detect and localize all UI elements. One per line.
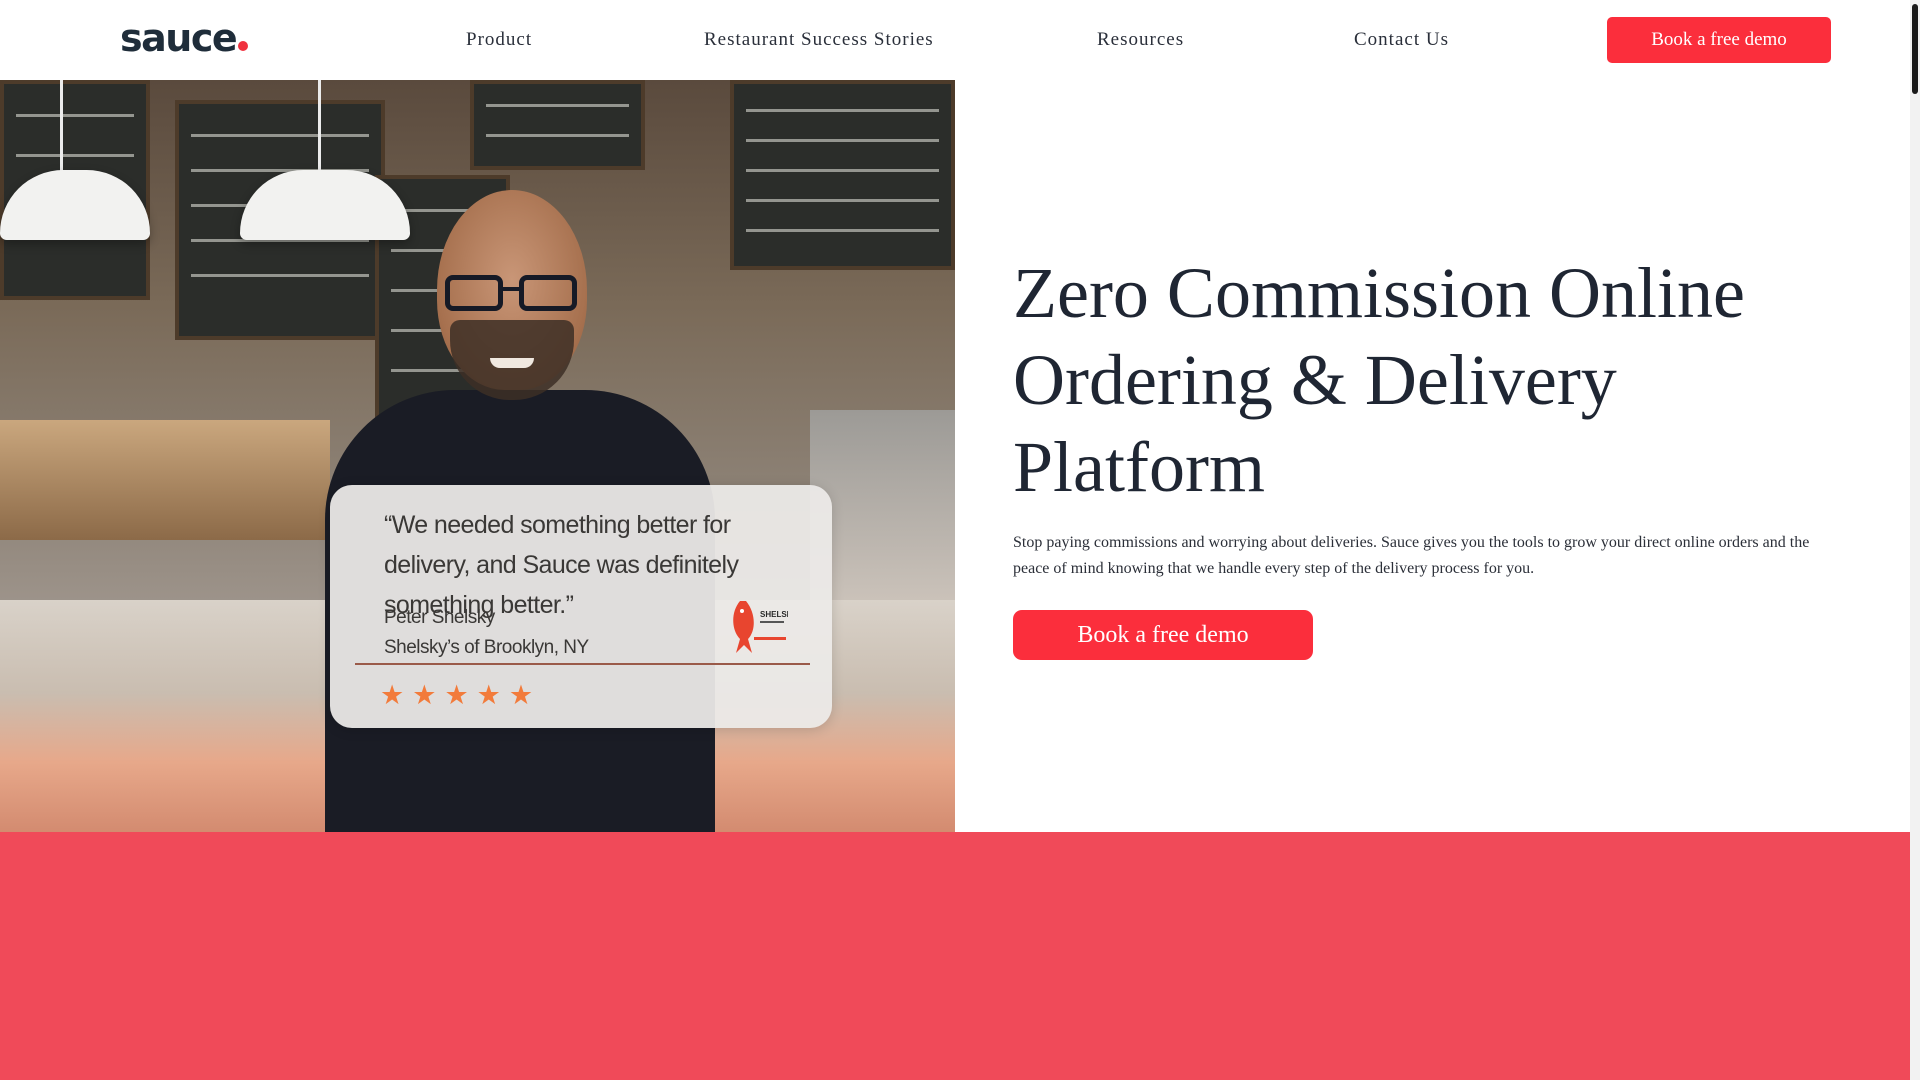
- star-icon: ★: [380, 680, 405, 711]
- testimonial-name: Peter Shelsky: [384, 607, 495, 628]
- star-icon: ★: [508, 680, 534, 711]
- header-book-demo-button[interactable]: Book a free demo: [1607, 17, 1831, 63]
- menu-chalkboard: [730, 80, 955, 270]
- nav-contact-us[interactable]: Contact Us: [1354, 28, 1449, 52]
- star-icon: ★: [444, 680, 469, 711]
- card-divider: [355, 663, 810, 665]
- lamp-cord: [318, 80, 321, 175]
- scrollbar-thumb[interactable]: [1912, 4, 1918, 94]
- person-smile: [490, 358, 534, 368]
- page-scrollbar[interactable]: [1910, 0, 1920, 1080]
- hero-title: Zero Commission Online Ordering & Delive…: [1013, 253, 1745, 507]
- hero-book-demo-button[interactable]: Book a free demo: [1013, 610, 1313, 660]
- menu-chalkboard: [470, 80, 645, 170]
- svg-text:SHELSKY'S: SHELSKY'S: [760, 610, 788, 619]
- nav-resources[interactable]: Resources: [1097, 28, 1184, 52]
- site-header: sauce Product Restaurant Success Stories…: [0, 0, 1910, 80]
- star-rating: ★ ★ ★ ★ ★: [380, 681, 533, 711]
- nav-product[interactable]: Product: [466, 28, 532, 52]
- star-icon: ★: [476, 680, 501, 711]
- sauce-logo[interactable]: sauce: [120, 16, 249, 60]
- star-icon: ★: [412, 680, 437, 711]
- testimonial-card: “We needed something better for delivery…: [330, 485, 832, 728]
- red-section-band: [0, 832, 1910, 1080]
- hero-subtitle: Stop paying commissions and worrying abo…: [1013, 534, 1810, 577]
- hero-photo: “We needed something better for delivery…: [0, 80, 955, 832]
- testimonial-place: Shelsky’s of Brooklyn, NY: [384, 637, 589, 658]
- shelskys-fish-logo-icon: SHELSKY'S: [733, 601, 788, 653]
- logo-dot-icon: [238, 41, 249, 51]
- glasses-icon: [445, 275, 580, 311]
- bakery-shelf: [0, 420, 330, 540]
- logo-wordmark: sauce: [120, 16, 238, 60]
- nav-restaurant-success-stories[interactable]: Restaurant Success Stories: [704, 28, 934, 52]
- lamp-cord: [60, 80, 63, 175]
